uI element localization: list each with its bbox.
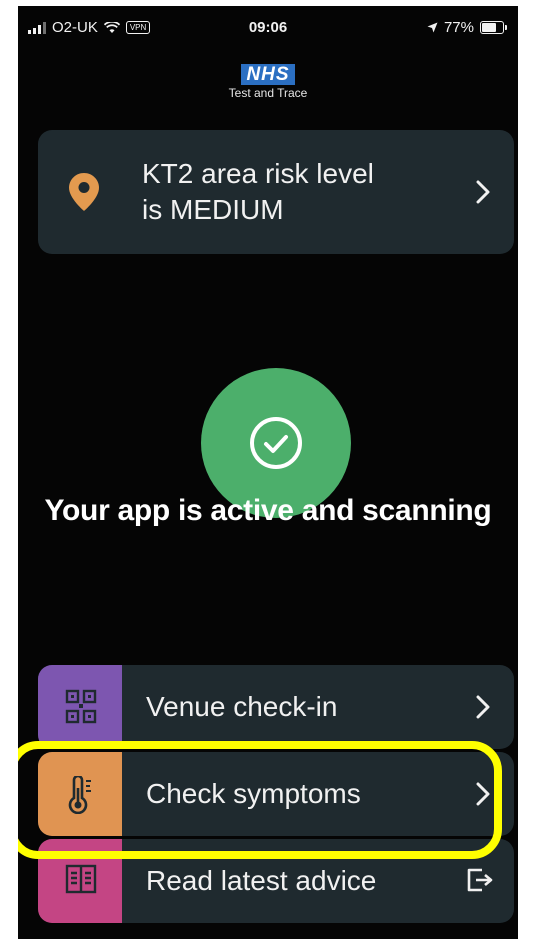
nhs-logo: NHS Test and Trace [18, 64, 518, 100]
book-icon [65, 864, 97, 894]
external-link-icon [467, 868, 493, 892]
venue-check-in-label: Venue check-in [146, 691, 338, 722]
risk-level-line1: KT2 area risk level [142, 158, 374, 189]
read-latest-advice-label: Read latest advice [146, 865, 377, 896]
nhs-wordmark: NHS [241, 64, 295, 85]
qr-code-icon [65, 689, 97, 724]
app-status-message: Your app is active and scanning [44, 494, 492, 527]
risk-level-line2: is MEDIUM [142, 194, 284, 225]
risk-level-card[interactable]: KT2 area risk level is MEDIUM [38, 130, 514, 254]
status-right: 77% [427, 19, 507, 36]
check-symptoms-button[interactable]: Check symptoms [38, 752, 514, 836]
venue-check-in-button[interactable]: Venue check-in [38, 665, 514, 749]
symptoms-tile [38, 752, 122, 836]
advice-tile [38, 839, 122, 923]
location-pin-icon [69, 173, 99, 211]
thermometer-icon [68, 776, 91, 814]
location-arrow-icon [427, 22, 438, 33]
status-bar: O2-UK VPN 09:06 77% [18, 6, 518, 46]
battery-icon [480, 21, 507, 34]
check-symptoms-label: Check symptoms [146, 778, 361, 809]
venue-tile [38, 665, 122, 749]
chevron-right-icon [476, 180, 490, 204]
phone-screen: O2-UK VPN 09:06 77% NHS Test and Trace K… [18, 6, 518, 939]
risk-level-text: KT2 area risk level is MEDIUM [142, 156, 374, 228]
logo-subtitle: Test and Trace [228, 86, 308, 100]
battery-fill [482, 23, 496, 32]
battery-percent: 77% [443, 19, 474, 36]
chevron-right-icon [476, 695, 490, 719]
read-latest-advice-button[interactable]: Read latest advice [38, 839, 514, 923]
check-circle-icon [250, 417, 302, 469]
chevron-right-icon [476, 782, 490, 806]
